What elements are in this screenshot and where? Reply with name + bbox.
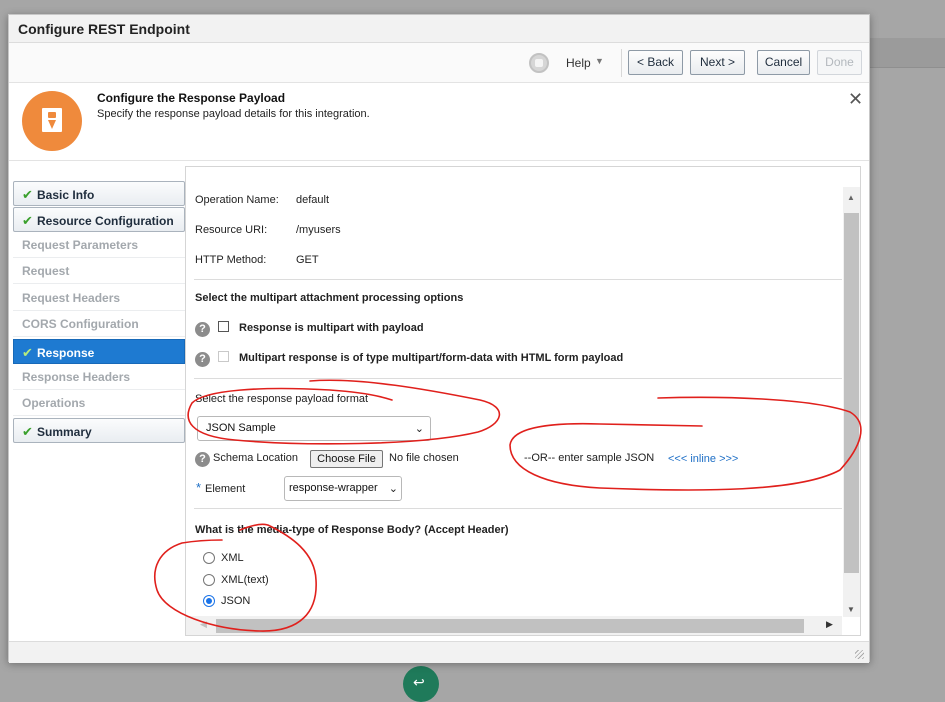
or-sample-json-text: --OR-- enter sample JSON	[524, 452, 655, 464]
close-icon[interactable]: ✕	[848, 89, 863, 110]
payload-format-heading: Select the response payload format	[195, 393, 369, 405]
nav-step-response[interactable]: ✔ Response	[13, 339, 185, 364]
page-header: Configure the Response Payload Specify t…	[9, 83, 869, 161]
media-type-json-radio[interactable]	[203, 595, 215, 607]
background-floating-button: ↩	[403, 666, 439, 702]
resize-grip-icon[interactable]	[855, 650, 864, 659]
media-type-xml-radio[interactable]	[203, 552, 215, 564]
chevron-down-icon[interactable]: ▼	[595, 56, 604, 66]
element-select[interactable]: response-wrapper ⌄	[284, 476, 402, 501]
background-strip	[860, 38, 945, 68]
scroll-down-icon[interactable]: ▼	[847, 605, 855, 614]
http-method-value: GET	[296, 254, 319, 266]
element-label: Element	[205, 483, 246, 495]
multipart-options-heading: Select the multipart attachment processi…	[195, 292, 464, 304]
nav-step-response-headers: Response Headers	[13, 365, 185, 390]
required-marker: *	[196, 480, 202, 495]
nav-step-operations: Operations	[13, 391, 185, 416]
scroll-up-icon[interactable]: ▲	[847, 193, 855, 202]
section-divider	[194, 378, 842, 379]
nav-step-resource-configuration[interactable]: ✔ Resource Configuration	[13, 207, 185, 232]
vertical-scrollbar[interactable]: ▲ ▼	[843, 187, 860, 617]
media-type-heading: What is the media-type of Response Body?…	[195, 524, 509, 536]
multipart-form-data-label: Multipart response is of type multipart/…	[239, 352, 624, 364]
page-subtitle: Specify the response payload details for…	[97, 108, 370, 120]
media-type-xml-text-label: XML(text)	[221, 574, 269, 586]
http-method-label: HTTP Method:	[195, 254, 267, 266]
dialog-title-bar: Configure REST Endpoint	[9, 15, 869, 43]
nav-step-cors-configuration: CORS Configuration	[13, 312, 185, 337]
undo-icon: ↩	[413, 674, 425, 690]
nav-step-request: Request	[13, 259, 185, 284]
vertical-scroll-thumb[interactable]	[844, 213, 859, 573]
help-menu[interactable]: Help	[566, 56, 591, 70]
multipart-payload-checkbox[interactable]	[218, 321, 229, 332]
chevron-down-icon: ⌄	[414, 423, 424, 435]
toolbar-divider	[621, 49, 622, 77]
nav-step-summary[interactable]: ✔ Summary	[13, 418, 185, 443]
dialog-footer	[9, 641, 869, 663]
multipart-form-data-checkbox[interactable]	[218, 351, 229, 362]
section-divider	[194, 279, 842, 280]
payload-format-select[interactable]: JSON Sample ⌄	[197, 416, 431, 441]
nav-step-basic-info[interactable]: ✔ Basic Info	[13, 181, 185, 206]
operation-name-value: default	[296, 194, 330, 206]
help-topics-icon[interactable]	[529, 53, 549, 73]
back-button[interactable]: < Back	[628, 50, 683, 75]
next-button[interactable]: Next >	[690, 50, 745, 75]
check-icon: ✔	[22, 345, 33, 360]
wizard-toolbar: Help ▼ < Back Next > Cancel Done	[9, 43, 869, 83]
media-type-json-label: JSON	[221, 595, 251, 607]
nav-step-request-parameters: Request Parameters	[13, 233, 185, 258]
media-type-xml-label: XML	[221, 552, 244, 564]
no-file-chosen-text: No file chosen	[389, 452, 459, 464]
check-icon: ✔	[22, 187, 33, 202]
page-title: Configure the Response Payload	[97, 91, 286, 105]
response-form-panel: Operation Name: default Resource URI: /m…	[185, 166, 861, 636]
help-question-icon[interactable]: ?	[195, 322, 210, 337]
chevron-down-icon: ⌄	[388, 483, 398, 495]
horizontal-scrollbar[interactable]: ◀ ▶	[186, 616, 842, 635]
resource-uri-value: /myusers	[296, 224, 341, 236]
choose-file-button[interactable]: Choose File	[310, 450, 383, 468]
schema-location-label: Schema Location	[213, 452, 298, 464]
check-icon: ✔	[22, 213, 33, 228]
inline-editor-link[interactable]: <<< inline >>>	[668, 453, 738, 465]
scroll-right-icon[interactable]: ▶	[826, 619, 833, 630]
help-question-icon[interactable]: ?	[195, 352, 210, 367]
section-divider	[194, 508, 842, 509]
check-icon: ✔	[22, 424, 33, 439]
horizontal-scroll-thumb[interactable]	[216, 619, 804, 633]
scroll-left-icon[interactable]: ◀	[200, 619, 207, 630]
nav-step-request-headers: Request Headers	[13, 286, 185, 311]
operation-name-label: Operation Name:	[195, 194, 279, 206]
help-question-icon[interactable]: ?	[195, 452, 210, 467]
dialog-title: Configure REST Endpoint	[18, 21, 190, 37]
multipart-payload-label: Response is multipart with payload	[239, 322, 424, 334]
resource-uri-label: Resource URI:	[195, 224, 268, 236]
response-payload-icon	[22, 91, 82, 151]
configure-rest-endpoint-dialog: Configure REST Endpoint Help ▼ < Back Ne…	[8, 14, 870, 663]
cancel-button[interactable]: Cancel	[757, 50, 810, 75]
media-type-xml-text-radio[interactable]	[203, 574, 215, 586]
done-button[interactable]: Done	[817, 50, 862, 75]
